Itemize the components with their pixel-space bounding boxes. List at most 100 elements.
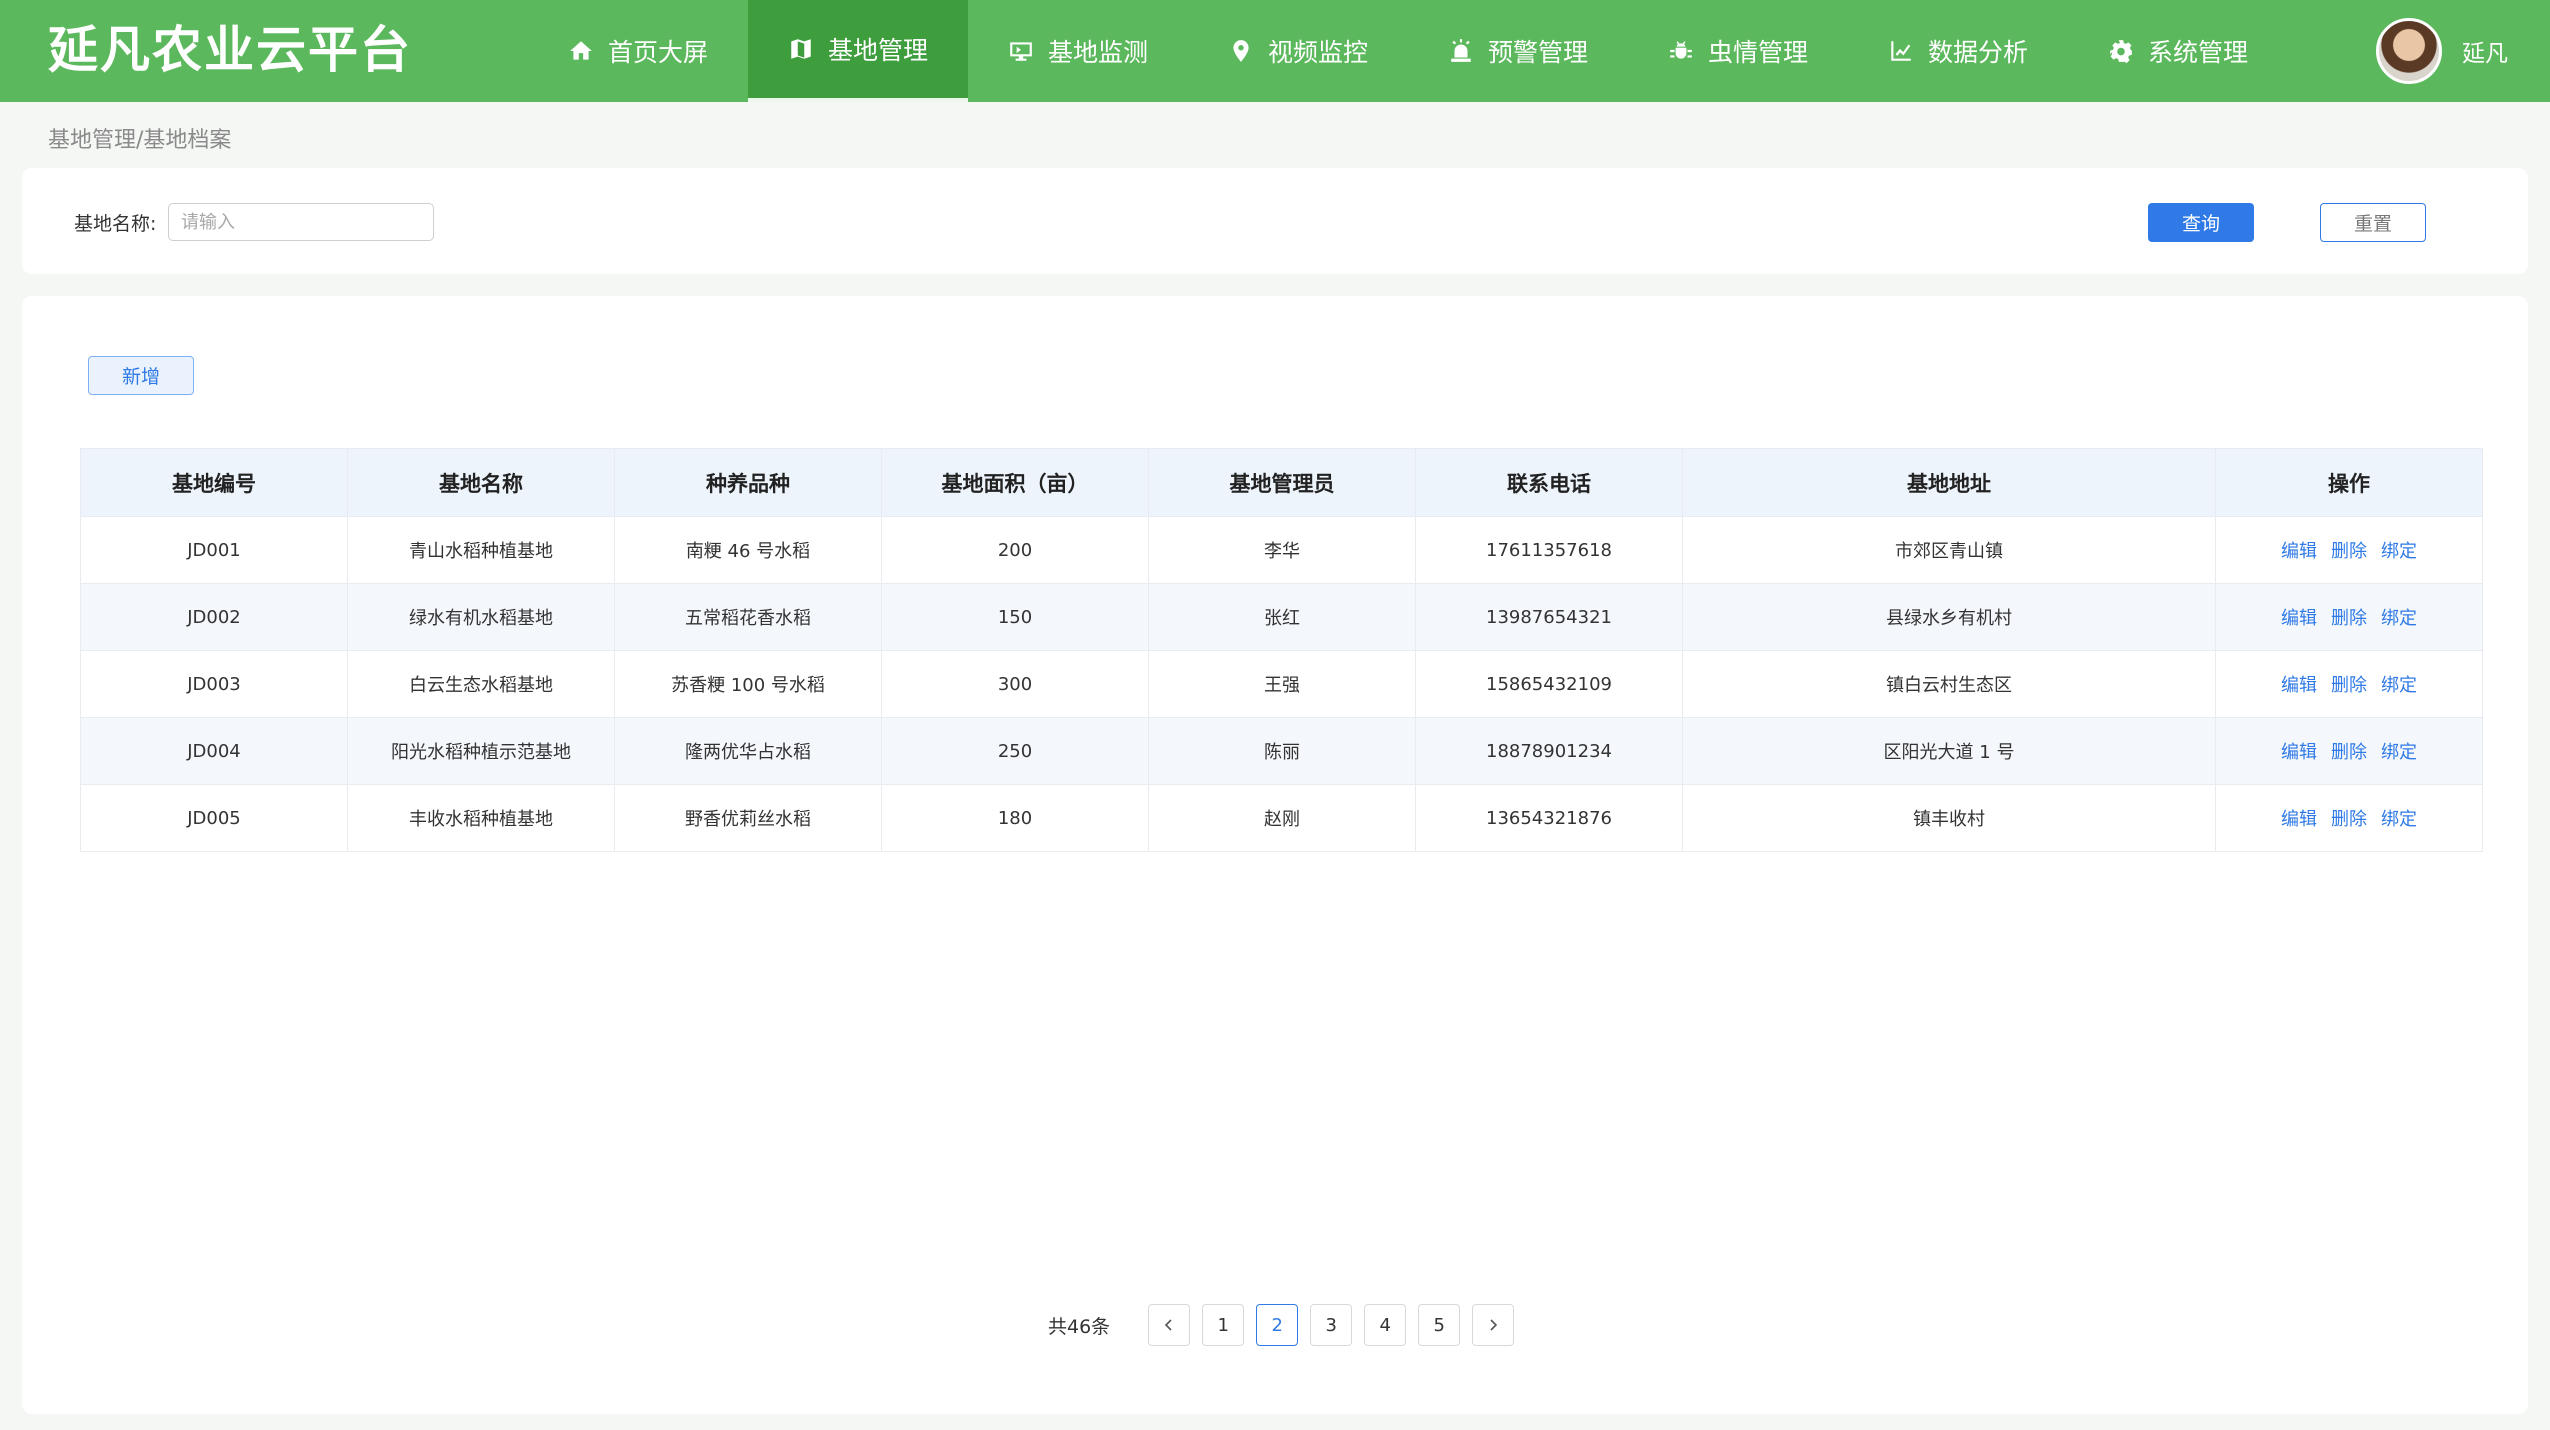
nav-item-alert-management[interactable]: 预警管理 <box>1408 0 1628 102</box>
cell-area: 300 <box>881 650 1149 718</box>
nav-item-data-analysis[interactable]: 数据分析 <box>1848 0 2068 102</box>
query-button[interactable]: 查询 <box>2148 203 2254 242</box>
cell-manager: 陈丽 <box>1148 717 1416 785</box>
total-count: 共46条 <box>1048 1315 1111 1338</box>
cell-area: 200 <box>881 516 1149 584</box>
cell-base-name: 白云生态水稻基地 <box>347 650 615 718</box>
nav-item-home[interactable]: 首页大屏 <box>528 0 748 102</box>
cell-address: 镇白云村生态区 <box>1682 650 2216 718</box>
cell-variety: 五常稻花香水稻 <box>614 583 882 651</box>
user-menu[interactable]: 延凡 <box>2376 16 2508 86</box>
avatar[interactable] <box>2376 18 2442 84</box>
chevron-right-icon <box>1490 1319 1498 1331</box>
delete-link[interactable]: 删除 <box>2331 608 2367 629</box>
cell-base-code: JD004 <box>80 717 348 785</box>
delete-link[interactable]: 删除 <box>2331 675 2367 696</box>
pagination: 共46条 1 2 3 4 5 <box>1048 1304 1526 1346</box>
cell-phone: 18878901234 <box>1415 717 1683 785</box>
chevron-left-icon <box>1165 1319 1172 1331</box>
nav-item-label: 基地管理 <box>827 36 928 65</box>
nav-item-label: 数据分析 <box>1927 38 2028 67</box>
cell-actions: 编辑 删除 绑定 <box>2215 583 2483 651</box>
home-icon <box>570 41 592 60</box>
bind-link[interactable]: 绑定 <box>2381 541 2417 562</box>
prev-page-button[interactable] <box>1148 1304 1191 1346</box>
next-page-button[interactable] <box>1472 1304 1515 1346</box>
reset-button[interactable]: 重置 <box>2320 203 2426 242</box>
header-base-name: 基地名称 <box>347 448 615 517</box>
header-phone: 联系电话 <box>1415 448 1683 517</box>
delete-link[interactable]: 删除 <box>2331 541 2367 562</box>
edit-link[interactable]: 编辑 <box>2281 541 2317 562</box>
cell-base-code: JD003 <box>80 650 348 718</box>
table-header-row: 基地编号 基地名称 种养品种 基地面积（亩） 基地管理员 联系电话 基地地址 操… <box>80 448 2483 517</box>
cell-phone: 17611357618 <box>1415 516 1683 584</box>
header-base-code: 基地编号 <box>80 448 348 517</box>
nav-item-label: 预警管理 <box>1487 38 1588 67</box>
header-variety: 种养品种 <box>614 448 882 517</box>
bind-link[interactable]: 绑定 <box>2381 742 2417 763</box>
nav-item-label: 系统管理 <box>2147 38 2248 67</box>
bug-icon <box>1670 41 1692 59</box>
header-area: 基地面积（亩） <box>881 448 1149 517</box>
edit-link[interactable]: 编辑 <box>2281 608 2317 629</box>
base-name-input[interactable] <box>168 203 434 241</box>
nav-item-system-management[interactable]: 系统管理 <box>2068 0 2288 102</box>
cell-address: 区阳光大道 1 号 <box>1682 717 2216 785</box>
cell-base-code: JD005 <box>80 784 348 852</box>
nav-item-label: 首页大屏 <box>607 38 708 67</box>
add-button[interactable]: 新增 <box>88 356 194 395</box>
page-button-3[interactable]: 3 <box>1310 1304 1353 1346</box>
edit-link[interactable]: 编辑 <box>2281 675 2317 696</box>
nav-item-base-monitoring[interactable]: 基地监测 <box>968 0 1188 102</box>
cell-variety: 隆两优华占水稻 <box>614 717 882 785</box>
delete-link[interactable]: 删除 <box>2331 742 2367 763</box>
cell-base-name: 阳光水稻种植示范基地 <box>347 717 615 785</box>
nav-item-label: 基地监测 <box>1047 38 1148 67</box>
page-button-1[interactable]: 1 <box>1202 1304 1245 1346</box>
header-address: 基地地址 <box>1682 448 2216 517</box>
edit-link[interactable]: 编辑 <box>2281 742 2317 763</box>
breadcrumb: 基地管理/基地档案 <box>48 128 232 153</box>
page-button-4[interactable]: 4 <box>1364 1304 1407 1346</box>
bind-link[interactable]: 绑定 <box>2381 675 2417 696</box>
base-name-label: 基地名称: <box>74 213 157 235</box>
bind-link[interactable]: 绑定 <box>2381 809 2417 830</box>
cell-address: 市郊区青山镇 <box>1682 516 2216 584</box>
map-icon <box>791 39 811 59</box>
bind-link[interactable]: 绑定 <box>2381 608 2417 629</box>
nav-item-label: 虫情管理 <box>1707 38 1808 67</box>
edit-link[interactable]: 编辑 <box>2281 809 2317 830</box>
cell-manager: 赵刚 <box>1148 784 1416 852</box>
page-button-5[interactable]: 5 <box>1418 1304 1461 1346</box>
cell-variety: 野香优莉丝水稻 <box>614 784 882 852</box>
cell-actions: 编辑 删除 绑定 <box>2215 717 2483 785</box>
table-row: JD004 阳光水稻种植示范基地 隆两优华占水稻 250 陈丽 18878901… <box>80 717 2483 785</box>
cell-variety: 南粳 46 号水稻 <box>614 516 882 584</box>
alarm-icon <box>1451 39 1471 62</box>
location-pin-icon <box>1233 40 1249 62</box>
nav-item-label: 视频监控 <box>1267 38 1368 67</box>
table-row: JD001 青山水稻种植基地 南粳 46 号水稻 200 李华 17611357… <box>80 516 2483 584</box>
app-title: 延凡农业云平台 <box>48 20 412 79</box>
cell-phone: 13987654321 <box>1415 583 1683 651</box>
nav-item-base-management[interactable]: 基地管理 <box>748 0 968 102</box>
top-header: 延凡农业云平台 首页大屏 基地管理 基地监测 视频监控 预警管理 虫情管理 数据 <box>0 0 2550 102</box>
table-row: JD005 丰收水稻种植基地 野香优莉丝水稻 180 赵刚 1365432187… <box>80 784 2483 852</box>
cell-base-name: 青山水稻种植基地 <box>347 516 615 584</box>
nav-item-video-monitoring[interactable]: 视频监控 <box>1188 0 1408 102</box>
cell-manager: 王强 <box>1148 650 1416 718</box>
cell-actions: 编辑 删除 绑定 <box>2215 784 2483 852</box>
chart-icon <box>1891 41 1911 61</box>
table-row: JD002 绿水有机水稻基地 五常稻花香水稻 150 张红 1398765432… <box>80 583 2483 651</box>
monitor-icon <box>1010 42 1032 61</box>
header-actions: 操作 <box>2215 448 2483 517</box>
page-button-2[interactable]: 2 <box>1256 1304 1299 1346</box>
nav-item-pest-management[interactable]: 虫情管理 <box>1628 0 1848 102</box>
cell-base-code: JD001 <box>80 516 348 584</box>
cell-phone: 13654321876 <box>1415 784 1683 852</box>
delete-link[interactable]: 删除 <box>2331 809 2367 830</box>
gear-icon <box>2110 40 2132 64</box>
cell-base-name: 绿水有机水稻基地 <box>347 583 615 651</box>
cell-base-code: JD002 <box>80 583 348 651</box>
